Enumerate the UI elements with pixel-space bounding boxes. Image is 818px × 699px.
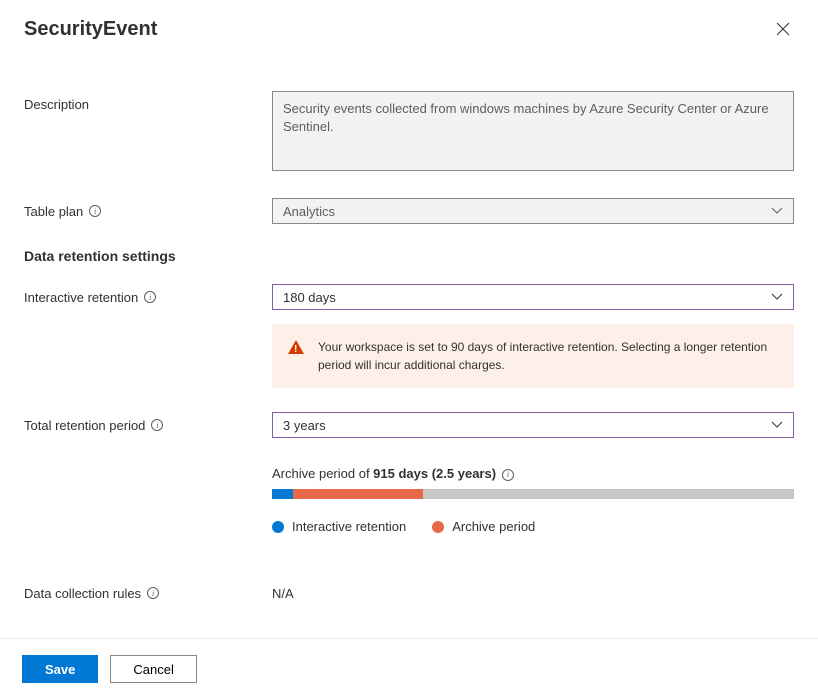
close-icon — [776, 22, 790, 36]
total-retention-label: Total retention period — [24, 418, 145, 433]
page-title: SecurityEvent — [24, 18, 157, 41]
info-icon[interactable] — [502, 469, 514, 481]
dcr-label: Data collection rules — [24, 586, 141, 601]
close-button[interactable] — [772, 18, 794, 43]
table-plan-select: Analytics — [272, 198, 794, 224]
archive-prefix: Archive period of — [272, 466, 373, 481]
warning-text: Your workspace is set to 90 days of inte… — [318, 338, 778, 374]
save-button[interactable]: Save — [22, 655, 98, 683]
info-icon[interactable] — [147, 587, 159, 599]
archive-period-text: Archive period of 915 days (2.5 years) — [272, 466, 794, 481]
warning-icon — [288, 340, 304, 354]
interactive-retention-select[interactable]: 180 days — [272, 284, 794, 310]
chevron-down-icon — [771, 293, 783, 301]
bar-segment-interactive — [272, 489, 293, 499]
bar-segment-archive — [293, 489, 424, 499]
legend: Interactive retention Archive period — [272, 519, 794, 534]
legend-archive-label: Archive period — [452, 519, 535, 534]
archive-bold: 915 days (2.5 years) — [373, 466, 496, 481]
interactive-retention-value: 180 days — [283, 290, 336, 305]
legend-interactive-label: Interactive retention — [292, 519, 406, 534]
table-plan-value: Analytics — [283, 204, 335, 219]
interactive-retention-label: Interactive retention — [24, 290, 138, 305]
info-icon[interactable] — [89, 205, 101, 217]
chevron-down-icon — [771, 421, 783, 429]
description-label: Description — [24, 97, 89, 112]
cancel-button[interactable]: Cancel — [110, 655, 196, 683]
chevron-down-icon — [771, 207, 783, 215]
total-retention-select[interactable]: 3 years — [272, 412, 794, 438]
warning-banner: Your workspace is set to 90 days of inte… — [272, 324, 794, 388]
retention-bar — [272, 489, 794, 499]
footer: Save Cancel — [0, 638, 818, 699]
info-icon[interactable] — [151, 419, 163, 431]
legend-dot-orange — [432, 521, 444, 533]
legend-dot-blue — [272, 521, 284, 533]
section-title: Data retention settings — [24, 248, 794, 264]
table-plan-label: Table plan — [24, 204, 83, 219]
info-icon[interactable] — [144, 291, 156, 303]
dcr-value: N/A — [272, 586, 294, 601]
description-textarea: Security events collected from windows m… — [272, 91, 794, 171]
total-retention-value: 3 years — [283, 418, 326, 433]
